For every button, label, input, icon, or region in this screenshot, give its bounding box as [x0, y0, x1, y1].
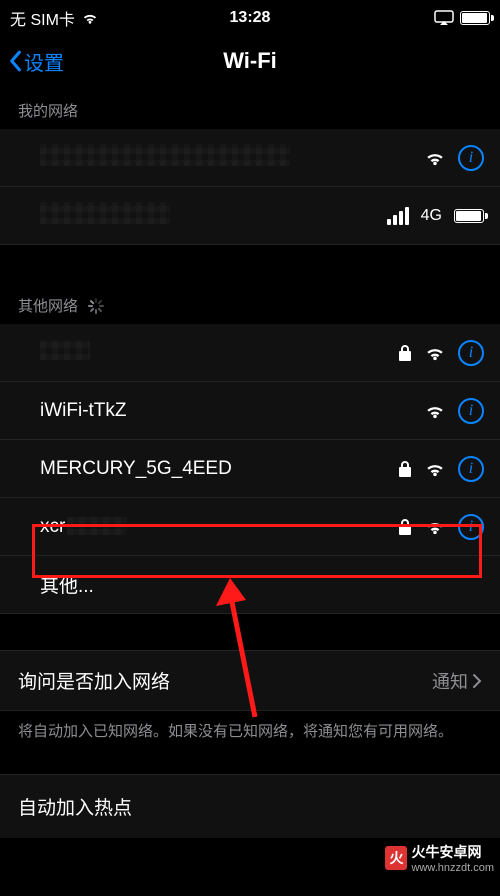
ssid-label: xcr	[40, 516, 65, 537]
battery-icon	[460, 11, 490, 25]
ask-to-join-label: 询问是否加入网络	[18, 667, 432, 694]
cellular-signal-icon	[387, 207, 409, 225]
ask-to-join-value: 通知	[432, 668, 468, 694]
wifi-row-other-manual[interactable]: 其他...	[0, 556, 500, 614]
redacted-ssid	[40, 144, 290, 166]
wifi-icon	[424, 344, 446, 362]
clock: 13:28	[170, 9, 330, 27]
redacted-ssid	[40, 202, 170, 224]
wifi-row-other-1[interactable]: i	[0, 324, 500, 382]
info-icon[interactable]: i	[458, 398, 484, 424]
watermark-url: www.hnzzdt.com	[411, 862, 494, 874]
ask-to-join-note: 将自动加入已知网络。如果没有已知网络，将通知您有可用网络。	[0, 711, 500, 754]
lock-icon	[398, 460, 412, 478]
wifi-icon	[424, 518, 446, 536]
back-button[interactable]: 设置	[8, 47, 64, 76]
ssid-label: iWiFi-tTkZ	[40, 400, 424, 422]
carrier-text: 无 SIM卡	[10, 6, 75, 30]
info-icon[interactable]: i	[458, 340, 484, 366]
wifi-row-other-4[interactable]: xcr i	[0, 498, 500, 556]
wifi-row-other-3[interactable]: MERCURY_5G_4EED i	[0, 440, 500, 498]
watermark: 火 火牛安卓网 www.hnzzdt.com	[385, 842, 494, 874]
battery-icon	[454, 209, 484, 223]
spinner-icon	[88, 298, 104, 314]
wifi-row-known-1[interactable]: i	[0, 129, 500, 187]
cellular-label: 4G	[421, 207, 442, 225]
wifi-icon	[81, 11, 99, 25]
wifi-icon	[424, 149, 446, 167]
watermark-logo-icon: 火	[385, 846, 407, 870]
status-bar: 无 SIM卡 13:28	[0, 0, 500, 36]
ask-to-join-row[interactable]: 询问是否加入网络 通知	[0, 650, 500, 711]
wifi-row-known-2[interactable]: 4G	[0, 187, 500, 245]
auto-join-label: 自动加入热点	[18, 798, 132, 819]
watermark-brand: 火牛安卓网	[411, 844, 481, 860]
ssid-label: MERCURY_5G_4EED	[40, 458, 398, 480]
chevron-right-icon	[472, 673, 482, 689]
info-icon[interactable]: i	[458, 145, 484, 171]
lock-icon	[398, 518, 412, 536]
redacted-ssid-part	[67, 517, 127, 535]
section-other-networks: 其他网络	[0, 281, 500, 324]
back-label: 设置	[24, 47, 64, 76]
auto-join-hotspot-row[interactable]: 自动加入热点	[0, 774, 500, 838]
airplay-icon	[434, 10, 454, 26]
info-icon[interactable]: i	[458, 514, 484, 540]
info-icon[interactable]: i	[458, 456, 484, 482]
section-my-networks: 我的网络	[0, 86, 500, 129]
chevron-left-icon	[8, 50, 22, 72]
wifi-row-other-2[interactable]: iWiFi-tTkZ i	[0, 382, 500, 440]
redacted-ssid	[40, 340, 90, 360]
other-label: 其他...	[40, 571, 484, 598]
wifi-icon	[424, 402, 446, 420]
lock-icon	[398, 344, 412, 362]
nav-bar: 设置 Wi-Fi	[0, 36, 500, 86]
wifi-icon	[424, 460, 446, 478]
page-title: Wi-Fi	[0, 48, 500, 74]
